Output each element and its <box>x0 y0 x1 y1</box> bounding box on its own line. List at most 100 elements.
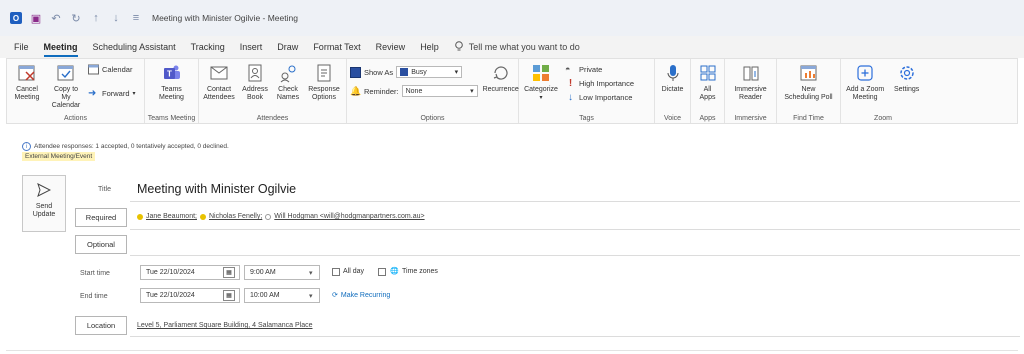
new-scheduling-poll-label: New Scheduling Poll <box>784 86 833 101</box>
private-button[interactable]: ◓ Private <box>565 64 634 75</box>
tell-me-text: Tell me what you want to do <box>468 42 580 52</box>
undo-icon[interactable]: ↶ <box>50 12 62 25</box>
all-apps-button[interactable]: All Apps <box>694 61 721 111</box>
tab-insert[interactable]: Insert <box>240 38 263 56</box>
required-attendees-field[interactable]: Jane Beaumont; Nicholas Fenelly; Will Ho… <box>137 213 425 220</box>
customize-toolbar-icon[interactable]: ≡ <box>130 12 142 24</box>
start-time-label: Start time <box>80 270 110 277</box>
all-apps-label: All Apps <box>699 86 716 101</box>
send-update-button[interactable]: Send Update <box>22 175 66 232</box>
send-icon <box>37 183 52 197</box>
start-date-calendar-icon[interactable]: ▦ <box>223 267 235 278</box>
recipient-nicholas-fenelly[interactable]: Nicholas Fenelly; <box>209 213 262 220</box>
recipient-will-hodgman[interactable]: Will Hodgman <will@hodgmanpartners.com.a… <box>274 213 424 220</box>
chevron-down-icon: ▾ <box>470 88 474 95</box>
make-recurring-link[interactable]: ⟳ Make Recurring <box>332 291 390 300</box>
teams-icon: T <box>162 63 182 83</box>
address-book-button[interactable]: Address Book <box>241 61 269 111</box>
redo-icon[interactable]: ↻ <box>70 12 82 25</box>
title-input[interactable]: Meeting with Minister Ogilvie <box>137 182 296 196</box>
categorize-button[interactable]: Categorize ▾ <box>522 61 560 111</box>
chevron-down-icon[interactable]: ▾ <box>309 269 313 277</box>
location-button[interactable]: Location <box>75 316 127 335</box>
location-input[interactable]: Level 5, Parliament Square Building, 4 S… <box>137 322 313 329</box>
response-options-icon <box>314 63 334 83</box>
svg-text:T: T <box>167 70 172 79</box>
cancel-meeting-label: Cancel Meeting <box>14 86 40 101</box>
immersive-reader-button[interactable]: Immersive Reader <box>729 61 773 111</box>
response-options-button[interactable]: Response Options <box>307 61 341 111</box>
check-names-icon <box>278 63 298 83</box>
end-time-value: 10:00 AM <box>250 292 280 299</box>
show-as-dropdown[interactable]: Busy ▾ <box>396 66 463 78</box>
response-options-label: Response Options <box>308 86 340 101</box>
tab-meeting[interactable]: Meeting <box>43 38 78 57</box>
time-zones-checkbox[interactable] <box>378 268 386 276</box>
tab-draw[interactable]: Draw <box>277 38 298 56</box>
tell-me-search[interactable]: Tell me what you want to do <box>454 40 580 54</box>
attendee-responses-text: Attendee responses: 1 accepted, 0 tentat… <box>34 143 229 150</box>
teams-meeting-button[interactable]: T Teams Meeting <box>155 61 189 111</box>
recipient-jane-beaumont[interactable]: Jane Beaumont; <box>146 213 197 220</box>
dictate-button[interactable]: Dictate <box>658 61 687 111</box>
chevron-down-icon[interactable]: ▾ <box>309 292 313 300</box>
all-day-checkbox[interactable] <box>332 268 340 276</box>
time-zones-label: Time zones <box>402 268 438 275</box>
address-book-icon <box>245 63 265 83</box>
group-find-time: New Scheduling Poll Find Time <box>777 59 841 123</box>
lock-icon: ◓ <box>565 64 571 74</box>
forward-label: Forward <box>102 89 130 98</box>
copy-to-calendar-button[interactable]: Copy to My Calendar <box>49 61 83 111</box>
new-scheduling-poll-button[interactable]: New Scheduling Poll <box>780 61 837 111</box>
attendee-responses-info: i Attendee responses: 1 accepted, 0 tent… <box>22 142 229 151</box>
save-icon[interactable]: ▣ <box>30 12 42 25</box>
recurrence-button[interactable]: Recurrence <box>483 61 519 111</box>
group-teams-meeting: T Teams Meeting Teams Meeting <box>145 59 199 123</box>
title-label: Title <box>98 186 111 193</box>
zoom-settings-button[interactable]: Settings <box>891 61 922 111</box>
tab-format-text[interactable]: Format Text <box>313 38 360 56</box>
low-importance-button[interactable]: ↓ Low Importance <box>565 92 634 103</box>
previous-item-icon[interactable]: ↑ <box>90 12 102 24</box>
info-icon: i <box>22 142 31 151</box>
send-update-label: Send Update <box>32 203 56 218</box>
group-tags: Categorize ▾ ◓ Private ! High Importance… <box>519 59 655 123</box>
reminder-dropdown[interactable]: None ▾ <box>401 85 478 97</box>
chevron-down-icon: ▾ <box>539 95 543 101</box>
accepted-status-icon <box>199 213 206 220</box>
end-date-calendar-icon[interactable]: ▦ <box>223 290 235 301</box>
copy-calendar-icon <box>56 63 76 83</box>
scheduling-poll-icon <box>799 63 819 83</box>
immersive-reader-label: Immersive Reader <box>734 86 767 101</box>
show-as-value: Busy <box>411 68 427 76</box>
forward-button[interactable]: ➜ Forward ▾ <box>88 88 136 99</box>
optional-button[interactable]: Optional <box>75 235 127 254</box>
group-zoom: Add a Zoom Meeting Settings Zoom <box>841 59 925 123</box>
high-importance-button[interactable]: ! High Importance <box>565 78 634 89</box>
high-importance-icon: ! <box>568 78 573 89</box>
group-label-immersive: Immersive <box>734 115 767 122</box>
required-underline <box>130 229 1020 230</box>
next-item-icon[interactable]: ↓ <box>110 12 122 24</box>
calendar-button[interactable]: Calendar <box>88 64 136 75</box>
address-book-label: Address Book <box>242 86 268 101</box>
tab-tracking[interactable]: Tracking <box>191 38 225 56</box>
reminder-label: Reminder: <box>364 86 399 96</box>
chevron-down-icon[interactable]: ▾ <box>133 90 136 97</box>
tab-review[interactable]: Review <box>376 38 406 56</box>
add-zoom-meeting-button[interactable]: Add a Zoom Meeting <box>844 61 886 111</box>
tab-file[interactable]: File <box>14 38 29 56</box>
body-divider <box>6 350 1018 351</box>
copy-to-calendar-label: Copy to My Calendar <box>51 86 81 109</box>
tab-help[interactable]: Help <box>420 38 439 56</box>
teams-meeting-label: Teams Meeting <box>159 86 184 101</box>
globe-icon: 🌐 <box>390 268 399 275</box>
cancel-meeting-button[interactable]: Cancel Meeting <box>10 61 44 111</box>
tab-scheduling-assistant[interactable]: Scheduling Assistant <box>93 38 176 56</box>
optional-attendees-field[interactable] <box>130 255 1020 256</box>
reminder-control: 🔔 Reminder: None ▾ <box>350 85 478 97</box>
group-apps: All Apps Apps <box>691 59 725 123</box>
check-names-button[interactable]: Check Names <box>274 61 302 111</box>
contact-attendees-button[interactable]: Contact Attendees <box>202 61 236 111</box>
required-button[interactable]: Required <box>75 208 127 227</box>
